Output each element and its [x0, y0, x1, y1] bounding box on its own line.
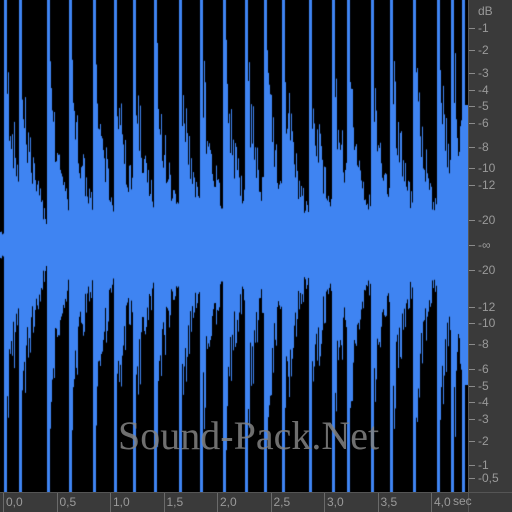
db-tick-label: -8: [478, 140, 489, 154]
db-tick: [469, 419, 475, 420]
time-scale-ruler: 0,0 0,5 1,0 1,5 2,0 2,5 3,0 3,5 4,0: [0, 492, 468, 512]
time-tick-label: 0,0: [6, 495, 23, 509]
db-tick: [469, 147, 475, 148]
time-unit-label: sec: [453, 494, 472, 508]
waveform-canvas[interactable]: [0, 0, 468, 492]
time-tick-label: 1,5: [166, 495, 184, 509]
db-tick-label: -2: [478, 43, 489, 57]
time-tick-label: 4,0: [434, 495, 451, 509]
db-tick: [469, 441, 475, 442]
time-tick-label: 1,0: [113, 495, 130, 509]
time-tick-label: 3,5: [380, 495, 398, 509]
db-tick: [469, 245, 475, 246]
time-tick: [3, 493, 4, 512]
db-tick: [469, 185, 475, 186]
db-tick: [469, 123, 475, 124]
db-tick: [469, 270, 475, 271]
db-tick-label: -10: [478, 161, 496, 175]
db-tick-label: -6: [478, 362, 489, 376]
waveform-view[interactable]: [0, 0, 468, 492]
time-tick-label: 0,5: [59, 495, 77, 509]
db-tick: [469, 220, 475, 221]
time-tick: [163, 493, 165, 512]
db-tick-label: -1: [478, 458, 489, 472]
db-tick: [469, 307, 475, 308]
db-tick: [469, 465, 475, 466]
db-tick: [469, 50, 475, 51]
db-tick: [469, 90, 475, 91]
db-tick: [469, 28, 475, 29]
db-tick-label: -2: [478, 434, 489, 448]
db-tick-label: -3: [478, 66, 489, 80]
db-tick-label: -12: [478, 300, 496, 314]
db-tick-label: -1: [478, 21, 489, 35]
db-tick: [469, 386, 475, 387]
db-tick: [469, 323, 475, 324]
ruler-corner: [468, 492, 512, 512]
db-tick-label: -5: [478, 379, 489, 393]
time-tick: [110, 493, 111, 512]
db-tick-label: -12: [478, 178, 496, 192]
db-tick-label: -20: [478, 263, 496, 277]
db-tick-label: -3: [478, 412, 489, 426]
time-tick-label: 2,0: [220, 495, 237, 509]
db-tick-label: -10: [478, 316, 496, 330]
db-tick-label: -4: [478, 395, 489, 409]
db-tick: [469, 478, 475, 479]
time-tick: [56, 493, 58, 512]
time-tick: [431, 493, 432, 512]
time-tick: [217, 493, 218, 512]
db-tick: [469, 369, 475, 370]
db-unit-label: dB: [478, 4, 493, 18]
time-tick-label: 3,0: [327, 495, 344, 509]
db-tick-label: -4: [478, 83, 489, 97]
db-tick: [469, 73, 475, 74]
time-tick: [377, 493, 379, 512]
db-scale-ruler: dB -1 -2 -3 -4 -5 -6 -8 -10 -12 -20 -∞ -20 -12 -10 -8 -…: [468, 0, 512, 492]
time-tick: [270, 493, 272, 512]
db-tick-label: -8: [478, 337, 489, 351]
time-tick-label: 2,5: [273, 495, 291, 509]
db-tick-label: -5: [478, 99, 489, 113]
db-tick: [469, 344, 475, 345]
db-tick: [469, 402, 475, 403]
db-tick-label: -20: [478, 213, 496, 227]
db-tick-label: -6: [478, 116, 489, 130]
db-tick-label: -0,5: [478, 471, 499, 485]
db-tick-label: -∞: [478, 238, 491, 252]
time-tick: [324, 493, 325, 512]
db-tick: [469, 168, 475, 169]
db-tick: [469, 106, 475, 107]
